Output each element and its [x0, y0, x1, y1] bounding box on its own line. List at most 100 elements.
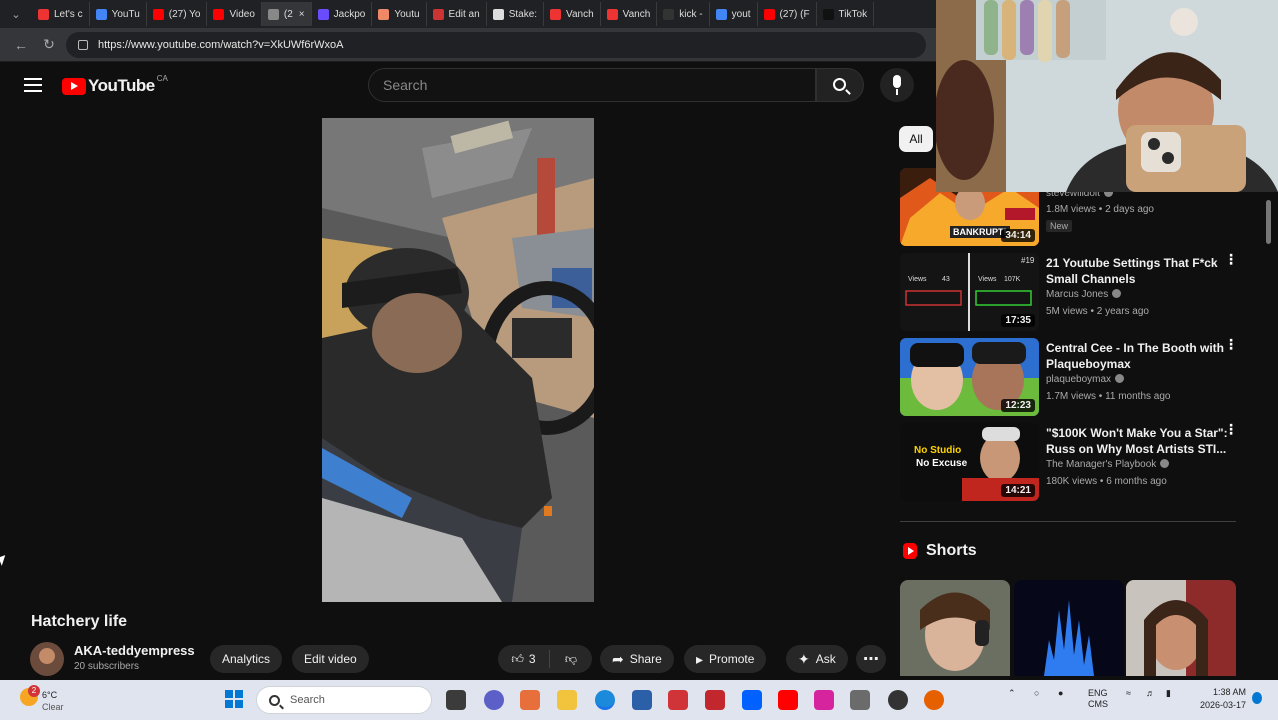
taskbar-search-input[interactable]: Search: [256, 686, 432, 714]
recommendation-title[interactable]: 21 Youtube Settings That F*ck Small Chan…: [1046, 255, 1230, 287]
settings-gear-icon[interactable]: [850, 690, 870, 710]
webcam-frame: [936, 0, 1278, 192]
browser-tab[interactable]: Vanch: [601, 2, 658, 26]
more-options-icon[interactable]: ⋮: [1224, 337, 1238, 351]
browser-tab[interactable]: Stake:: [487, 2, 545, 26]
app-icon-dark[interactable]: [888, 690, 908, 710]
ask-button[interactable]: ✦ Ask: [786, 645, 848, 673]
scrollbar-thumb[interactable]: [1266, 200, 1271, 244]
promote-button[interactable]: ▸ Promote: [684, 645, 767, 673]
firefox-icon[interactable]: [924, 690, 944, 710]
address-bar[interactable]: https://www.youtube.com/watch?v=XkUWf6rW…: [66, 31, 926, 58]
browser-tab[interactable]: Edit an: [427, 2, 487, 26]
browser-tab[interactable]: (27) Yo: [147, 2, 208, 26]
thumb-no-studio: No Studio: [914, 445, 962, 456]
channel-avatar[interactable]: [30, 642, 64, 676]
video-player[interactable]: [322, 118, 594, 602]
reload-icon[interactable]: ↻: [38, 36, 60, 53]
video-thumbnail[interactable]: Views 43 Views 107K #19 17:35: [900, 253, 1039, 331]
recommendation-title[interactable]: "$100K Won't Make You a Star": Russ on W…: [1046, 425, 1230, 457]
tab-favicon-icon: [152, 8, 164, 20]
tab-close-icon[interactable]: ×: [299, 9, 305, 20]
shorts-icon: [903, 543, 917, 559]
sparkle-icon: ✦: [798, 651, 810, 667]
video-thumbnail[interactable]: No Studio No Excuse 14:21: [900, 423, 1039, 501]
recommendation-item[interactable]: No Studio No Excuse 14:21 "$100K Won't M…: [900, 422, 1250, 503]
thumb-no-excuse: No Excuse: [916, 458, 968, 469]
recommendation-item[interactable]: Views 43 Views 107K #19 17:35 21 Youtube…: [900, 252, 1250, 333]
more-options-icon[interactable]: ⋮: [1224, 422, 1238, 436]
filter-chip-all[interactable]: All: [899, 126, 933, 152]
tab-label: Video: [229, 8, 255, 20]
country-code: CA: [156, 73, 168, 83]
youtube-logo[interactable]: YouTube CA: [62, 73, 168, 96]
more-options-icon[interactable]: ⋮: [1224, 252, 1238, 266]
dislike-button[interactable]: 👎︎: [550, 652, 592, 667]
short-image: [1014, 580, 1124, 676]
channel-name[interactable]: AKA-teddyempress: [74, 643, 195, 658]
promote-label: Promote: [709, 652, 755, 666]
browser-tab[interactable]: yout: [710, 2, 758, 26]
tray-icon-2[interactable]: ●: [1058, 688, 1063, 698]
windows-start-icon[interactable]: [225, 690, 243, 708]
search-input[interactable]: Search: [368, 68, 816, 102]
volume-icon[interactable]: ♬: [1146, 688, 1155, 698]
recommendation-channel[interactable]: Marcus Jones: [1046, 289, 1122, 300]
browser-tab[interactable]: (2 ×: [261, 2, 312, 26]
new-badge: New: [1046, 220, 1073, 232]
dropbox-icon[interactable]: [742, 690, 762, 710]
share-button[interactable]: ➦ Share: [600, 645, 674, 673]
youtube-app-icon[interactable]: [778, 690, 798, 710]
mcafee-icon[interactable]: [705, 690, 725, 710]
app-icon-red[interactable]: [668, 690, 688, 710]
browser-tab[interactable]: Vanch: [544, 2, 601, 26]
copilot-icon[interactable]: [520, 690, 540, 710]
browser-tab[interactable]: Jackpo: [312, 2, 373, 26]
site-info-icon[interactable]: [78, 39, 88, 50]
browser-tab[interactable]: Video: [207, 2, 262, 26]
language-indicator[interactable]: ENG CMS: [1088, 688, 1108, 710]
system-clock[interactable]: 1:38 AM 2026-03-17: [1196, 686, 1246, 712]
browser-tab[interactable]: kick -: [657, 2, 710, 26]
tray-chevron-icon[interactable]: ⌃: [1008, 688, 1016, 699]
browser-tab[interactable]: Let's c: [32, 2, 90, 26]
tray-icon-1[interactable]: ○: [1034, 688, 1039, 698]
hamburger-menu-icon[interactable]: [24, 78, 42, 92]
youtube-play-icon: [62, 77, 86, 95]
recommendation-title[interactable]: Central Cee - In The Booth with Plaquebo…: [1046, 340, 1230, 372]
edit-video-button[interactable]: Edit video: [292, 645, 369, 673]
browser-tab[interactable]: TikTok: [817, 2, 875, 26]
wifi-icon[interactable]: ≈: [1126, 688, 1131, 698]
tab-favicon-icon: [432, 8, 444, 20]
instagram-icon[interactable]: [814, 690, 834, 710]
notifications-icon[interactable]: [1252, 692, 1262, 704]
short-thumbnail[interactable]: [1014, 580, 1124, 676]
sidebar-scrollbar[interactable]: [1264, 192, 1274, 678]
recommendation-channel[interactable]: The Manager's Playbook: [1046, 459, 1170, 470]
chat-icon[interactable]: [484, 690, 504, 710]
task-view-icon[interactable]: [446, 690, 466, 710]
more-actions-button[interactable]: ⋯: [856, 645, 886, 673]
file-explorer-icon[interactable]: [557, 690, 577, 710]
recommendation-channel[interactable]: plaqueboymax: [1046, 374, 1125, 385]
tab-list-chevron-icon[interactable]: ⌄: [6, 4, 26, 24]
ask-label: Ask: [815, 652, 836, 666]
browser-tab[interactable]: YouTu: [90, 2, 147, 26]
tab-favicon-icon: [38, 8, 49, 20]
video-thumbnail[interactable]: 12:23: [900, 338, 1039, 416]
analytics-button[interactable]: Analytics: [210, 645, 283, 673]
tab-favicon-icon: [715, 8, 727, 20]
voice-search-microphone-icon[interactable]: [880, 68, 914, 102]
short-thumbnail[interactable]: [1126, 580, 1236, 676]
recommendation-item[interactable]: 12:23 Central Cee - In The Booth with Pl…: [900, 337, 1250, 418]
short-thumbnail[interactable]: [900, 580, 1010, 676]
battery-icon[interactable]: ▮: [1166, 688, 1171, 699]
browser-tab[interactable]: Youtu: [372, 2, 427, 26]
store-icon[interactable]: [632, 690, 652, 710]
search-button[interactable]: [816, 68, 864, 102]
weather-widget[interactable]: 2 6°C Clear: [20, 684, 80, 716]
edge-browser-icon[interactable]: [595, 690, 615, 710]
like-button[interactable]: 👍︎ 3: [498, 650, 550, 668]
back-arrow-icon[interactable]: ←: [10, 37, 32, 53]
browser-tab[interactable]: (27) (F: [758, 2, 817, 26]
